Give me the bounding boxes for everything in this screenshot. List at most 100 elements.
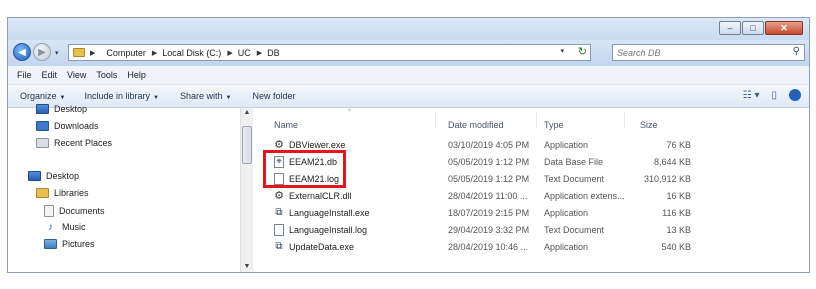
menu-tools[interactable]: Tools [96,70,117,80]
nav-item-recent-places[interactable]: Recent Places [36,138,112,148]
navigation-pane: Desktop Downloads Recent Places Desktop … [8,104,240,272]
breadcrumb-computer[interactable]: Computer [106,48,146,58]
nav-item-label: Documents [59,206,105,216]
scroll-down-icon[interactable]: ▼ [241,263,253,270]
menu-file[interactable]: File [17,70,32,80]
app-icon: ⚙ [274,138,284,151]
column-divider[interactable] [435,112,436,128]
address-row: ◀ ▶ ▾ ▶ Computer ▶ Local Disk (C:) ▶ UC ▶ D… [8,40,809,66]
address-history-dropdown[interactable]: ▾ [560,47,564,55]
file-size: 8,644 KB [653,156,691,167]
column-header-type[interactable]: Type [544,108,624,130]
file-date: 05/05/2019 1:12 PM [448,173,530,184]
menu-edit[interactable]: Edit [42,70,58,80]
column-divider[interactable] [624,112,625,128]
folder-icon [73,48,85,57]
maximize-button[interactable]: □ [742,21,764,35]
nav-item-pictures[interactable]: Pictures [44,239,95,249]
breadcrumb-db[interactable]: DB [267,48,280,58]
file-name: UpdateData.exe [289,241,355,252]
chevron-right-icon[interactable]: ▶ [152,49,157,57]
column-header-name[interactable]: Name [274,108,434,130]
exe-icon: ⧉ [275,240,283,252]
file-name: LanguageInstall.log [289,224,368,235]
desktop-icon [28,171,41,181]
file-type: Application [544,139,589,150]
file-date: 03/10/2019 4:05 PM [448,139,530,150]
chevron-right-icon[interactable]: ▶ [257,49,262,57]
magnifier-icon[interactable]: ⚲ [793,46,800,57]
back-arrow-icon: ◀ [18,46,26,58]
chevron-down-icon: ▼ [59,95,66,101]
table-row[interactable]: ⧉ LanguageInstall.exe 18/07/2019 2:15 PM … [265,204,695,221]
include-in-library-button[interactable]: Include in library ▼ [84,91,158,101]
file-type: Data Base File [544,156,604,167]
nav-item-label: Downloads [54,121,99,131]
libraries-icon [36,188,49,198]
nav-item-label: Desktop [54,104,88,114]
forward-arrow-icon: ▶ [38,46,46,58]
command-bar: Organize ▼ Include in library ▼ Share with… [8,85,809,108]
exe-icon: ⧉ [275,206,283,218]
column-divider[interactable] [536,112,537,128]
nav-item-documents[interactable]: Documents [44,205,105,217]
dll-icon: ⚙ [274,189,284,202]
search-box[interactable]: ⚲ [612,44,805,61]
nav-item-desktop[interactable]: Desktop [28,171,79,181]
chevron-down-icon: ▼ [153,95,159,101]
minimize-button[interactable]: – [719,21,741,35]
chevron-right-icon[interactable]: ▶ [227,49,232,57]
file-size: 16 KB [666,190,691,201]
new-folder-button[interactable]: New folder [252,91,295,101]
preview-pane-icon[interactable]: ▯ [771,90,777,101]
share-with-button[interactable]: Share with ▼ [180,91,231,101]
column-header-date[interactable]: Date modified [448,108,538,130]
breadcrumb-local-disk[interactable]: Local Disk (C:) [162,48,221,58]
close-button[interactable]: ✕ [765,21,803,35]
include-label: Include in library [84,91,151,101]
nav-item-music[interactable]: ♪ Music [44,222,86,233]
view-controls: ☷ ▾ ▯ ? [731,89,801,101]
file-size: 310,912 KB [643,173,691,184]
nav-item-desktop-favorite[interactable]: Desktop [36,104,87,114]
view-options-icon[interactable]: ☷ ▾ [743,90,760,101]
scroll-up-icon[interactable]: ▲ [241,109,253,116]
organize-label: Organize [20,91,57,101]
file-date: 05/05/2019 1:12 PM [448,156,530,167]
file-name: ExternalCLR.dll [289,190,352,201]
forward-button[interactable]: ▶ [33,43,51,61]
breadcrumb-uc[interactable]: UC [238,48,251,58]
recent-pages-dropdown[interactable]: ▾ [55,49,59,57]
table-row[interactable]: ⧉ UpdateData.exe 28/04/2019 10:46 ... App… [265,238,695,255]
nav-item-label: Libraries [54,188,89,198]
address-bar[interactable]: ▶ Computer ▶ Local Disk (C:) ▶ UC ▶ DB ▾ ↻ [68,44,591,61]
pictures-icon [44,239,57,249]
file-size: 116 KB [662,207,691,218]
search-input[interactable] [613,45,782,60]
nav-item-libraries[interactable]: Libraries [36,188,89,198]
menu-bar: File Edit View Tools Help [8,66,809,85]
file-type: Application [544,241,589,252]
column-header-size[interactable]: Size [640,108,700,130]
highlight-box [263,150,346,188]
help-icon[interactable]: ? [789,89,801,101]
chevron-right-icon[interactable]: ▶ [90,49,95,57]
table-row[interactable]: LanguageInstall.log 29/04/2019 3:32 PM T… [265,221,695,238]
scroll-thumb[interactable] [242,126,252,164]
back-button[interactable]: ◀ [13,43,31,61]
menu-help[interactable]: Help [127,70,146,80]
nav-scrollbar[interactable]: ▲ ▼ [240,108,253,272]
file-date: 28/04/2019 10:46 ... [448,241,529,252]
file-date: 18/07/2019 2:15 PM [448,207,530,218]
file-type: Application [544,207,589,218]
desktop-icon [36,104,49,114]
window-controls: – □ ✕ [718,21,803,35]
table-row[interactable]: ⚙ ExternalCLR.dll 28/04/2019 11:00 ... Ap… [265,187,695,204]
downloads-icon [36,121,49,131]
refresh-icon[interactable]: ↻ [578,45,587,58]
chevron-down-icon: ▼ [225,95,232,101]
nav-item-label: Desktop [46,171,80,181]
nav-item-downloads[interactable]: Downloads [36,121,99,131]
organize-button[interactable]: Organize ▼ [20,91,65,101]
menu-view[interactable]: View [67,70,86,80]
